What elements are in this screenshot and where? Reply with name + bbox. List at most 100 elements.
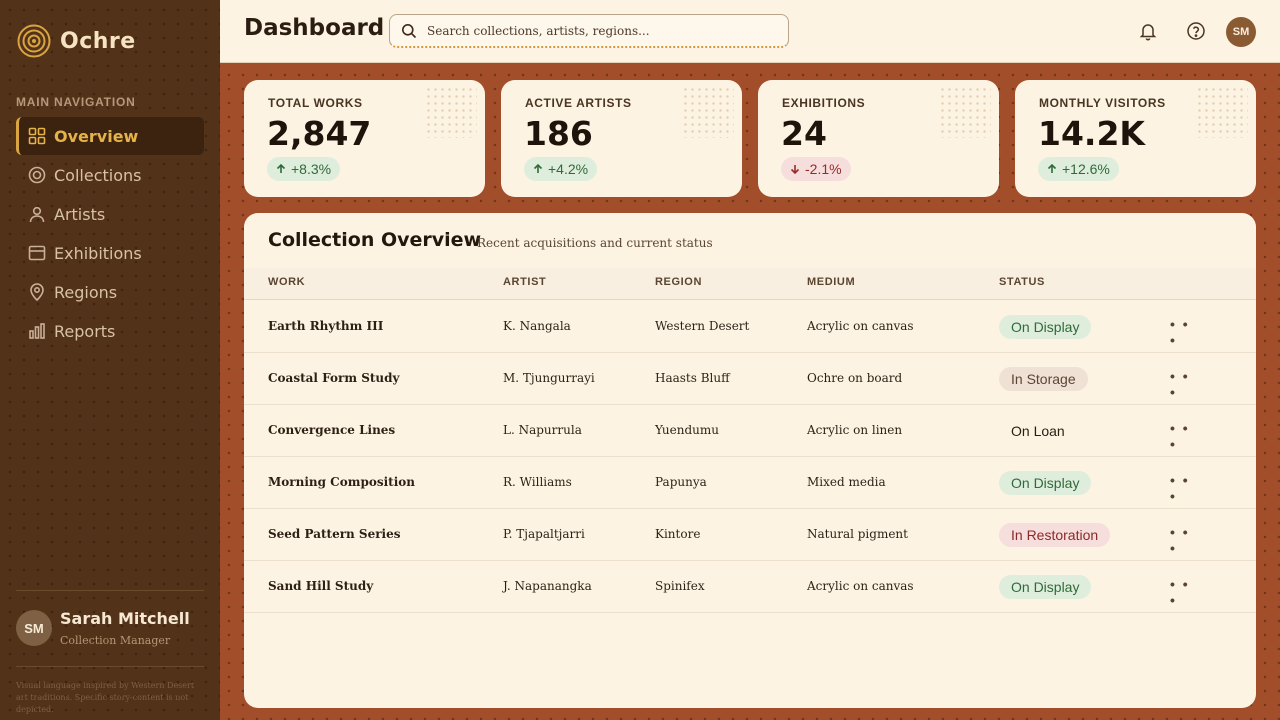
nav-item-reports[interactable]: Reports xyxy=(16,312,204,350)
cell-medium: Acrylic on canvas xyxy=(807,579,914,593)
nav-section-label: MAIN NAVIGATION xyxy=(16,95,136,109)
stat-label: TOTAL WORKS xyxy=(268,96,363,110)
stat-card-active-artists: ACTIVE ARTISTS 186 +4.2% xyxy=(501,80,742,197)
sidebar-divider xyxy=(16,590,204,591)
map-pin-icon xyxy=(30,283,44,301)
cell-region: Haasts Bluff xyxy=(655,371,730,385)
cell-region: Kintore xyxy=(655,527,701,541)
status-badge: On Display xyxy=(999,315,1092,339)
app-logo[interactable]: Ochre xyxy=(17,24,136,58)
status-badge: On Display xyxy=(999,471,1092,495)
cell-work: Sand Hill Study xyxy=(268,579,374,593)
cell-artist: J. Napanangka xyxy=(503,579,592,593)
help-icon[interactable] xyxy=(1186,21,1206,41)
status-badge: In Storage xyxy=(999,367,1088,391)
cell-work: Seed Pattern Series xyxy=(268,527,401,541)
page-title: Dashboard xyxy=(244,15,385,41)
dot-pattern xyxy=(682,86,734,138)
cell-work: Coastal Form Study xyxy=(268,371,400,385)
nav-item-exhibitions[interactable]: Exhibitions xyxy=(16,234,204,272)
more-options-icon[interactable]: • • • xyxy=(1170,524,1192,556)
user-profile[interactable]: SM Sarah Mitchell Collection Manager xyxy=(16,609,190,647)
stat-card-exhibitions: EXHIBITIONS 24 -2.1% xyxy=(758,80,999,197)
more-options-icon[interactable]: • • • xyxy=(1170,420,1192,452)
stat-card-monthly-visitors: MONTHLY VISITORS 14.2K +12.6% xyxy=(1015,80,1256,197)
search-input[interactable] xyxy=(427,23,767,38)
table-row[interactable]: Coastal Form Study M. Tjungurrayi Haasts B… xyxy=(244,353,1256,405)
arrow-up-icon xyxy=(276,164,286,173)
panel-subtitle: Recent acquisitions and current status xyxy=(477,236,713,250)
person-icon xyxy=(29,206,45,223)
stat-value: 186 xyxy=(524,114,593,153)
arrow-up-icon xyxy=(1047,164,1057,173)
stat-label: EXHIBITIONS xyxy=(782,96,866,110)
sidebar-divider xyxy=(16,666,204,667)
stat-value: 24 xyxy=(781,114,827,153)
cell-region: Western Desert xyxy=(655,319,750,333)
table-row[interactable]: Sand Hill Study J. Napanangka Spinifex Acry… xyxy=(244,561,1256,613)
stat-delta-badge: +8.3% xyxy=(267,157,341,181)
stat-label: MONTHLY VISITORS xyxy=(1039,96,1166,110)
table-row[interactable]: Earth Rhythm III K. Nangala Western Desert… xyxy=(244,301,1256,353)
cell-work: Earth Rhythm III xyxy=(268,319,384,333)
dot-pattern xyxy=(939,86,991,138)
cell-work: Convergence Lines xyxy=(268,423,396,437)
cell-region: Yuendumu xyxy=(655,423,719,437)
nav-item-collections[interactable]: Collections xyxy=(16,156,204,194)
table-header: WORK ARTIST REGION MEDIUM STATUS xyxy=(244,268,1256,300)
bar-chart-icon xyxy=(29,323,45,339)
stat-value: 14.2K xyxy=(1038,114,1145,153)
header-avatar[interactable]: SM xyxy=(1226,17,1256,47)
cell-region: Spinifex xyxy=(655,579,705,593)
panel-title: Collection Overview xyxy=(268,229,482,251)
nav-item-label: Reports xyxy=(54,321,116,341)
stat-delta-badge: +4.2% xyxy=(524,157,598,181)
column-header-work[interactable]: WORK xyxy=(268,276,305,288)
app-name: Ochre xyxy=(60,28,136,54)
search-box[interactable] xyxy=(389,14,789,48)
nav-item-overview[interactable]: Overview xyxy=(16,117,204,155)
cell-artist: P. Tjapaltjarri xyxy=(503,527,585,541)
column-header-artist[interactable]: ARTIST xyxy=(503,276,546,288)
collection-overview-panel: Collection Overview Recent acquisitions … xyxy=(244,213,1256,708)
table-row[interactable]: Morning Composition R. Williams Papunya Mix… xyxy=(244,457,1256,509)
stat-delta: +4.2% xyxy=(548,161,589,177)
nav-item-label: Collections xyxy=(54,165,142,185)
nav-item-regions[interactable]: Regions xyxy=(16,273,204,311)
bell-icon[interactable] xyxy=(1138,21,1158,41)
top-header: Dashboard SM xyxy=(220,0,1280,63)
user-name: Sarah Mitchell xyxy=(60,609,190,628)
stat-card-total-works: TOTAL WORKS 2,847 +8.3% xyxy=(244,80,485,197)
sidebar: Ochre MAIN NAVIGATION Overview Collectio… xyxy=(0,0,220,720)
cell-artist: K. Nangala xyxy=(503,319,571,333)
concentric-circles-logo-icon xyxy=(17,24,51,58)
main-navigation: Overview Collections Artists Exhibitions… xyxy=(16,117,204,351)
nav-item-label: Exhibitions xyxy=(54,243,142,263)
column-header-region[interactable]: REGION xyxy=(655,276,702,288)
cell-region: Papunya xyxy=(655,475,707,489)
column-header-status[interactable]: STATUS xyxy=(999,276,1045,288)
column-header-medium[interactable]: MEDIUM xyxy=(807,276,855,288)
cell-artist: L. Napurrula xyxy=(503,423,582,437)
dot-pattern xyxy=(1196,86,1248,138)
nav-item-label: Artists xyxy=(54,204,106,224)
more-options-icon[interactable]: • • • xyxy=(1170,472,1192,504)
more-options-icon[interactable]: • • • xyxy=(1170,316,1192,348)
grid-icon xyxy=(28,127,46,145)
stat-delta: +8.3% xyxy=(291,161,332,177)
table-row[interactable]: Convergence Lines L. Napurrula Yuendumu Acr… xyxy=(244,405,1256,457)
nav-item-artists[interactable]: Artists xyxy=(16,195,204,233)
stat-value: 2,847 xyxy=(267,114,372,153)
stat-delta-badge: -2.1% xyxy=(781,157,851,181)
status-badge: On Display xyxy=(999,575,1092,599)
stat-delta: -2.1% xyxy=(805,161,842,177)
more-options-icon[interactable]: • • • xyxy=(1170,576,1192,608)
cell-work: Morning Composition xyxy=(268,475,415,489)
arrow-up-icon xyxy=(533,164,543,173)
search-icon xyxy=(402,23,417,38)
cell-medium: Acrylic on linen xyxy=(807,423,903,437)
cell-medium: Ochre on board xyxy=(807,371,903,385)
dot-pattern xyxy=(425,86,477,138)
table-row[interactable]: Seed Pattern Series P. Tjapaltjarri Kintor… xyxy=(244,509,1256,561)
more-options-icon[interactable]: • • • xyxy=(1170,368,1192,400)
